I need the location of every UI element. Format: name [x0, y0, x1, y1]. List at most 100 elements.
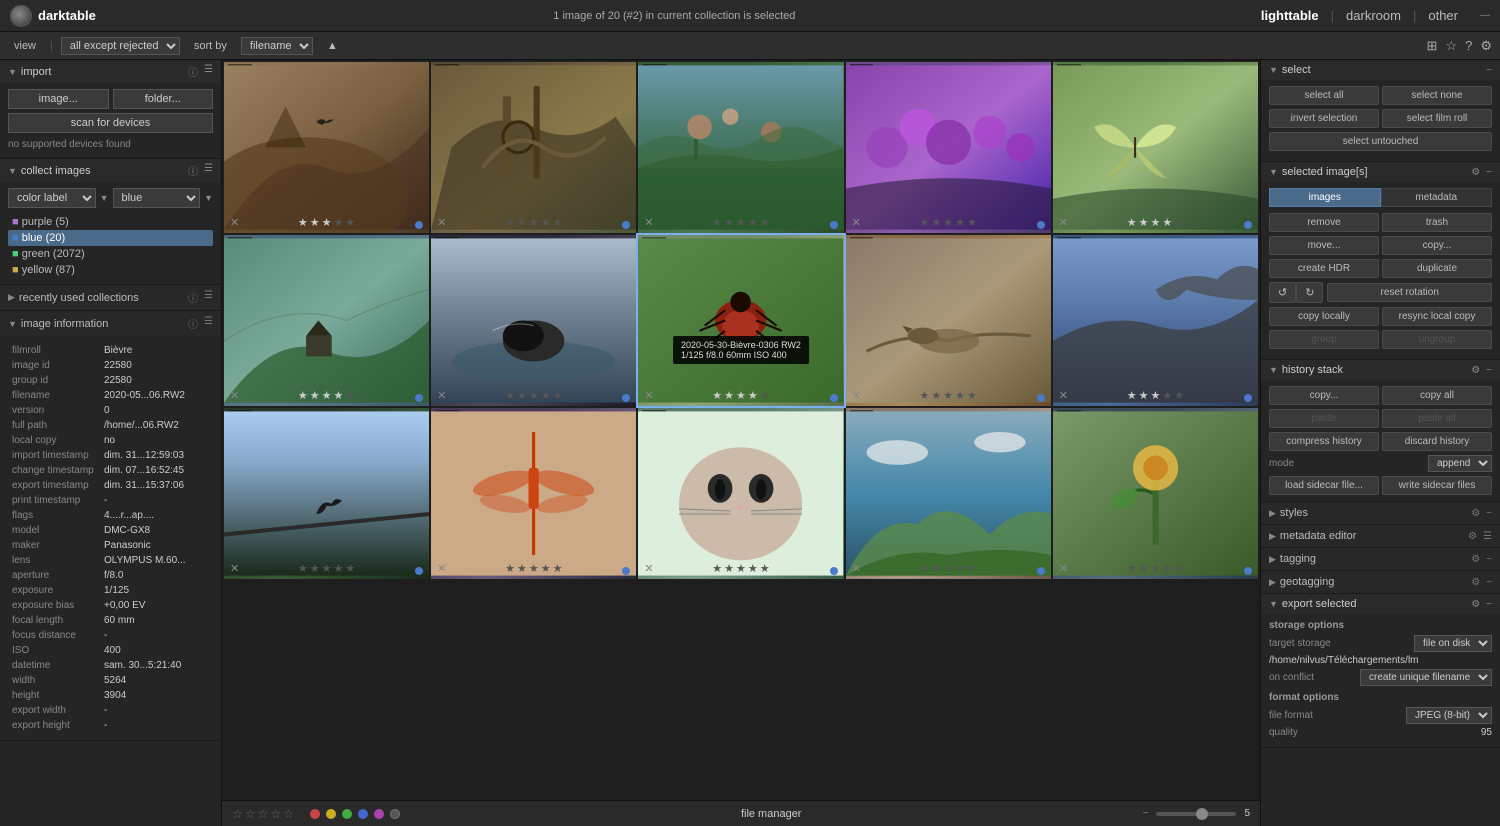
- thumb-9[interactable]: RW2 ⊘ ✕: [846, 235, 1051, 406]
- history-info[interactable]: ⚙: [1471, 365, 1480, 376]
- minimize-button[interactable]: —: [1480, 10, 1490, 21]
- resync-local-copy-button[interactable]: resync local copy: [1382, 307, 1492, 326]
- export-header[interactable]: ▼ export selected ⚙ −: [1261, 594, 1500, 614]
- thumb-14[interactable]: RW2 ⊕ ⊘ ✕: [846, 408, 1051, 579]
- bottom-star-1[interactable]: ☆: [232, 807, 243, 821]
- geotagging-header[interactable]: ▶ geotagging ⚙ −: [1261, 571, 1500, 593]
- history-paste-all-button[interactable]: paste all: [1382, 409, 1492, 428]
- color-dot-clear[interactable]: [390, 809, 400, 819]
- move-button[interactable]: move...: [1269, 236, 1379, 255]
- bottom-star-5[interactable]: ☆: [283, 807, 294, 821]
- reset-rotation-button[interactable]: reset rotation: [1327, 283, 1492, 302]
- thumb-11[interactable]: RW2 ⊕ ⊘ ✕: [224, 408, 429, 579]
- history-paste-button[interactable]: paste: [1269, 409, 1379, 428]
- folder-import-button[interactable]: folder...: [113, 89, 214, 109]
- import-header[interactable]: ▼ import ⓘ ☰: [0, 60, 221, 83]
- select-all-button[interactable]: select all: [1269, 86, 1379, 105]
- file-format-select[interactable]: JPEG (8-bit): [1406, 707, 1492, 724]
- collection-yellow[interactable]: ■ yellow (87): [8, 262, 213, 278]
- on-conflict-select[interactable]: create unique filename: [1360, 669, 1492, 686]
- history-header[interactable]: ▼ history stack ⚙ −: [1261, 360, 1500, 380]
- image-info-menu[interactable]: ☰: [204, 316, 213, 331]
- filter-value-select[interactable]: blue: [113, 188, 201, 208]
- color-dot-yellow[interactable]: [326, 809, 336, 819]
- history-copy-button[interactable]: copy...: [1269, 386, 1379, 405]
- color-dot-blue[interactable]: [358, 809, 368, 819]
- history-minus[interactable]: −: [1486, 365, 1492, 376]
- image-info-icon[interactable]: ⓘ: [188, 316, 198, 331]
- image-info-header[interactable]: ▼ image information ⓘ ☰: [0, 311, 221, 336]
- bottom-star-3[interactable]: ☆: [258, 807, 269, 821]
- selected-info[interactable]: ⚙: [1471, 167, 1480, 178]
- load-sidecar-button[interactable]: load sidecar file...: [1269, 476, 1379, 495]
- sort-select[interactable]: filename: [241, 37, 313, 55]
- selected-images-header[interactable]: ▼ selected image[s] ⚙ −: [1261, 162, 1500, 182]
- scan-devices-button[interactable]: scan for devices: [8, 113, 213, 133]
- export-icon2[interactable]: −: [1486, 599, 1492, 610]
- thumb-1[interactable]: RW2 ⊘ ✕: [224, 62, 429, 233]
- grid-icon[interactable]: ⊞: [1427, 38, 1438, 54]
- collect-header[interactable]: ▼ collect images ⓘ ☰: [0, 159, 221, 182]
- help-icon[interactable]: ?: [1465, 38, 1472, 53]
- sort-direction[interactable]: ▲: [321, 38, 344, 54]
- select-none-button[interactable]: select none: [1382, 86, 1492, 105]
- export-icon1[interactable]: ⚙: [1471, 599, 1480, 610]
- filter-select[interactable]: all except rejected: [61, 37, 180, 55]
- thumb-12[interactable]: RW2 ⊕ ⊘ ✕ ★ ★ ★: [431, 408, 636, 579]
- color-dot-purple[interactable]: [374, 809, 384, 819]
- tagging-icon1[interactable]: ⚙: [1471, 554, 1480, 565]
- rotate-ccw-button[interactable]: ↺: [1269, 282, 1296, 303]
- select-header[interactable]: ▼ select −: [1261, 60, 1500, 80]
- collection-purple[interactable]: ■ purple (5): [8, 214, 213, 230]
- color-dot-red[interactable]: [310, 809, 320, 819]
- compress-history-button[interactable]: compress history: [1269, 432, 1379, 451]
- select-film-roll-button[interactable]: select film roll: [1382, 109, 1492, 128]
- thumb-7[interactable]: RW2 ⊘ ✕: [431, 235, 636, 406]
- write-sidecar-button[interactable]: write sidecar files: [1382, 476, 1492, 495]
- thumb-13[interactable]: RW2 ⊕ ⊘ ✕: [638, 408, 843, 579]
- zoom-minus[interactable]: −: [1143, 808, 1149, 819]
- styles-icon2[interactable]: −: [1486, 508, 1492, 519]
- select-minus[interactable]: −: [1486, 65, 1492, 76]
- styles-header[interactable]: ▶ styles ⚙ −: [1261, 502, 1500, 524]
- geotagging-icon2[interactable]: −: [1486, 577, 1492, 588]
- invert-selection-button[interactable]: invert selection: [1269, 109, 1379, 128]
- styles-icon1[interactable]: ⚙: [1471, 508, 1480, 519]
- thumb-10[interactable]: RW2 ⊘ ✕ ★: [1053, 235, 1258, 406]
- metadata-icon2[interactable]: ☰: [1483, 531, 1492, 542]
- settings-icon[interactable]: ⚙: [1480, 38, 1492, 54]
- tab-metadata[interactable]: metadata: [1381, 188, 1493, 207]
- tab-images[interactable]: images: [1269, 188, 1381, 207]
- zoom-slider[interactable]: [1156, 812, 1236, 816]
- duplicate-button[interactable]: duplicate: [1382, 259, 1492, 278]
- thumb-3[interactable]: RW2 ⊘ ✕: [638, 62, 843, 233]
- collect-info-icon[interactable]: ⓘ: [188, 163, 198, 178]
- collection-blue[interactable]: ■ blue (20): [8, 230, 213, 246]
- filter-type-select[interactable]: color label: [8, 188, 96, 208]
- bottom-star-4[interactable]: ☆: [270, 807, 281, 821]
- image-import-button[interactable]: image...: [8, 89, 109, 109]
- thumb-4[interactable]: RW2 ⊘ ✕: [846, 62, 1051, 233]
- thumb-15[interactable]: RW2 ⊕ ⊘ ✕: [1053, 408, 1258, 579]
- group-button[interactable]: group: [1269, 330, 1379, 349]
- create-hdr-button[interactable]: create HDR: [1269, 259, 1379, 278]
- metadata-icon1[interactable]: ⚙: [1468, 531, 1477, 542]
- thumb-2[interactable]: RW2 ⊘ ✕: [431, 62, 636, 233]
- tagging-header[interactable]: ▶ tagging ⚙ −: [1261, 548, 1500, 570]
- nav-other[interactable]: other: [1420, 6, 1466, 25]
- ungroup-button[interactable]: ungroup: [1382, 330, 1492, 349]
- nav-lighttable[interactable]: lighttable: [1253, 6, 1327, 25]
- copy-locally-button[interactable]: copy locally: [1269, 307, 1379, 326]
- collection-green[interactable]: ■ green (2072): [8, 246, 213, 262]
- tagging-icon2[interactable]: −: [1486, 554, 1492, 565]
- recently-used-header[interactable]: ▶ recently used collections ⓘ ☰: [0, 285, 221, 310]
- target-storage-select[interactable]: file on disk: [1414, 635, 1492, 652]
- thumb-8[interactable]: RW2 ⊘ ✕: [638, 235, 843, 406]
- star-icon[interactable]: ☆: [1445, 38, 1457, 54]
- bottom-star-2[interactable]: ☆: [245, 807, 256, 821]
- toolbar-view[interactable]: view: [8, 38, 42, 54]
- copy-button[interactable]: copy...: [1382, 236, 1492, 255]
- remove-button[interactable]: remove: [1269, 213, 1379, 232]
- thumb-6[interactable]: RW2 ⊘ ✕: [224, 235, 429, 406]
- thumb-5[interactable]: RW2 ⊘ ✕: [1053, 62, 1258, 233]
